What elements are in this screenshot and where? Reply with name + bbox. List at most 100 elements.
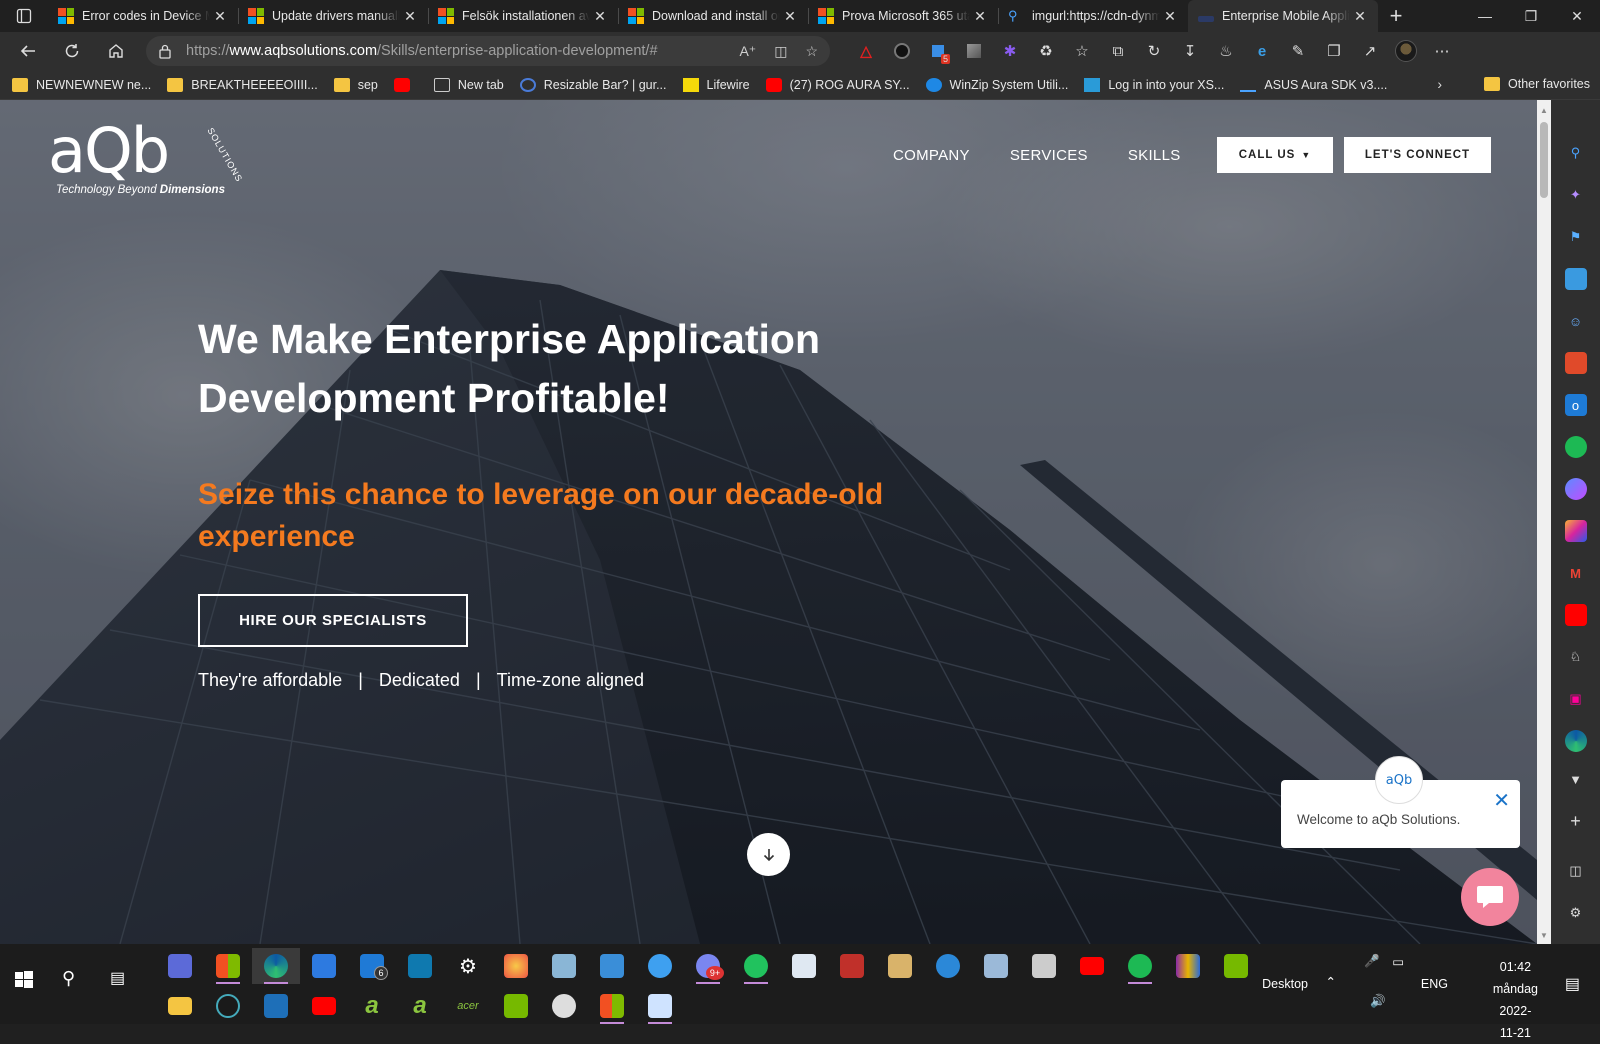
- youtube-app-icon[interactable]: [300, 988, 348, 1024]
- mail-icon[interactable]: 6: [348, 948, 396, 984]
- sidebar-app-icon[interactable]: ♘: [1565, 646, 1587, 668]
- scroll-up-icon[interactable]: ▲: [1540, 106, 1548, 115]
- web-capture-icon[interactable]: ✎: [1280, 32, 1316, 70]
- remote-icon[interactable]: [780, 948, 828, 984]
- extensions-puzzle-icon[interactable]: ♻: [1028, 32, 1064, 70]
- tab-4[interactable]: Prova Microsoft 365 utan ✕: [808, 0, 998, 32]
- app-circle-icon[interactable]: [540, 988, 588, 1024]
- favorite-item-5[interactable]: Resizable Bar? | gur...: [519, 77, 667, 92]
- favorite-item-9[interactable]: Log in into your XS...: [1084, 77, 1224, 92]
- close-tab-icon[interactable]: ✕: [1350, 8, 1370, 25]
- share-icon[interactable]: ↗: [1352, 32, 1388, 70]
- prime-video-icon[interactable]: [396, 948, 444, 984]
- notepad-icon[interactable]: [636, 988, 684, 1024]
- edge-taskbar-icon[interactable]: [252, 948, 300, 984]
- sidebar-office-icon[interactable]: [1564, 352, 1587, 374]
- page-scrollbar[interactable]: ▲ ▼: [1537, 100, 1551, 944]
- hire-specialists-button[interactable]: HIRE OUR SPECIALISTS: [198, 594, 468, 647]
- pdf-extension-icon[interactable]: △: [848, 32, 884, 70]
- settings-gear-icon[interactable]: ⚙: [444, 948, 492, 984]
- call-us-button[interactable]: CALL US ▼: [1217, 137, 1333, 173]
- youtube-taskbar-icon[interactable]: [1068, 948, 1116, 984]
- clock[interactable]: 01:42 måndag 2022-11-21: [1493, 956, 1538, 1044]
- other-favorites[interactable]: Other favorites: [1484, 77, 1590, 91]
- nav-services[interactable]: SERVICES: [1010, 147, 1088, 164]
- close-tab-icon[interactable]: ✕: [590, 8, 610, 25]
- box-icon[interactable]: [1020, 948, 1068, 984]
- language-indicator[interactable]: ENG: [1421, 977, 1448, 991]
- extension-color-icon[interactable]: ✱: [992, 32, 1028, 70]
- windows-logo-app-icon[interactable]: [588, 988, 636, 1024]
- edge-dev-icon[interactable]: [204, 988, 252, 1024]
- immersive-reader-icon[interactable]: ◫: [774, 43, 787, 60]
- ms-store-icon[interactable]: [204, 948, 252, 984]
- desktop-label[interactable]: Desktop: [1262, 977, 1308, 991]
- address-bar[interactable]: https://www.aqbsolutions.com/Skills/ente…: [146, 36, 830, 66]
- nvidia-small-icon[interactable]: [492, 988, 540, 1024]
- nvidia-icon[interactable]: [1212, 948, 1260, 984]
- taskbar-search-icon[interactable]: ⚲: [62, 968, 75, 989]
- sidebar-messenger-icon[interactable]: [1564, 478, 1587, 500]
- profile-avatar[interactable]: [1388, 32, 1424, 70]
- extension-gray-icon[interactable]: [956, 32, 992, 70]
- nav-company[interactable]: COMPANY: [893, 147, 970, 164]
- app-blue-icon[interactable]: [252, 988, 300, 1024]
- sidebar-people-icon[interactable]: ☺: [1565, 310, 1587, 332]
- favorite-item-6[interactable]: Lifewire: [682, 77, 750, 92]
- tab-2[interactable]: Felsök installationen av ✕: [428, 0, 618, 32]
- read-aloud-icon[interactable]: A⁺: [739, 43, 756, 60]
- sidebar-youtube-icon[interactable]: [1564, 604, 1587, 626]
- workspaces-icon[interactable]: ❐: [1316, 32, 1352, 70]
- history-icon[interactable]: ↻: [1136, 32, 1172, 70]
- acer-logo-icon[interactable]: acer: [444, 988, 492, 1024]
- tab-0[interactable]: Error codes in Device M ✕: [48, 0, 238, 32]
- rog-icon[interactable]: [828, 948, 876, 984]
- tray-overflow-icon[interactable]: ⌃: [1326, 974, 1336, 989]
- help-icon[interactable]: [924, 948, 972, 984]
- tab-actions-button[interactable]: [0, 0, 48, 32]
- start-windows-icon[interactable]: [10, 966, 38, 994]
- favorite-item-2[interactable]: sep: [333, 77, 378, 92]
- tab-1[interactable]: Update drivers manually ✕: [238, 0, 428, 32]
- weather-icon[interactable]: [588, 948, 636, 984]
- close-tab-icon[interactable]: ✕: [780, 8, 800, 25]
- favorite-item-1[interactable]: BREAKTHEEEEOIIII...: [167, 77, 318, 92]
- favorite-item-10[interactable]: ASUS Aura SDK v3....: [1240, 78, 1387, 92]
- scrollbar-thumb[interactable]: [1540, 122, 1548, 198]
- tab-3[interactable]: Download and install or ✕: [618, 0, 808, 32]
- favorite-item-3[interactable]: [393, 77, 418, 92]
- acer-a-icon[interactable]: a: [348, 988, 396, 1024]
- network-icon[interactable]: ▭: [1392, 954, 1404, 969]
- notification-center-icon[interactable]: ▤: [1565, 974, 1580, 994]
- favorite-item-8[interactable]: WinZip System Utili...: [925, 77, 1068, 92]
- file-explorer-icon[interactable]: [156, 988, 204, 1024]
- sidebar-add-icon[interactable]: +: [1565, 810, 1587, 832]
- close-tab-icon[interactable]: ✕: [970, 8, 990, 25]
- lets-connect-button[interactable]: LET'S CONNECT: [1344, 137, 1491, 173]
- microphone-icon[interactable]: 🎤: [1364, 954, 1380, 969]
- sidebar-split-icon[interactable]: ◫: [1565, 860, 1587, 882]
- favorite-item-7[interactable]: (27) ROG AURA SY...: [765, 77, 910, 92]
- add-favorite-icon[interactable]: ☆: [805, 43, 818, 60]
- sidebar-gmail-icon[interactable]: M: [1565, 562, 1587, 584]
- ie-mode-icon[interactable]: e: [1244, 32, 1280, 70]
- new-tab-button[interactable]: +: [1378, 0, 1414, 32]
- sidebar-store-icon[interactable]: ▣: [1565, 688, 1587, 710]
- aqb-logo[interactable]: aQb SOLUTIONS Technology Beyond Dimensio…: [48, 120, 245, 197]
- calendar-icon[interactable]: [300, 948, 348, 984]
- sidebar-discover-icon[interactable]: ✦: [1565, 184, 1587, 206]
- minimize-button[interactable]: —: [1462, 0, 1508, 32]
- collections-icon[interactable]: ⧉: [1100, 32, 1136, 70]
- tab-6[interactable]: Enterprise Mobile Applic ✕: [1188, 0, 1378, 32]
- sidebar-settings-icon[interactable]: ⚙: [1565, 902, 1587, 924]
- restore-button[interactable]: ❐: [1508, 0, 1554, 32]
- spotify-taskbar-icon[interactable]: [1116, 948, 1164, 984]
- nav-skills[interactable]: SKILLS: [1128, 147, 1181, 164]
- sidebar-tools-icon[interactable]: [1564, 268, 1587, 290]
- refresh-button[interactable]: [50, 35, 94, 67]
- sidebar-spotify-icon[interactable]: [1564, 436, 1587, 458]
- settings-more-icon[interactable]: ⋯: [1424, 32, 1460, 70]
- chat-launcher-button[interactable]: [1461, 868, 1519, 926]
- books-icon[interactable]: [876, 948, 924, 984]
- back-button[interactable]: [6, 35, 50, 67]
